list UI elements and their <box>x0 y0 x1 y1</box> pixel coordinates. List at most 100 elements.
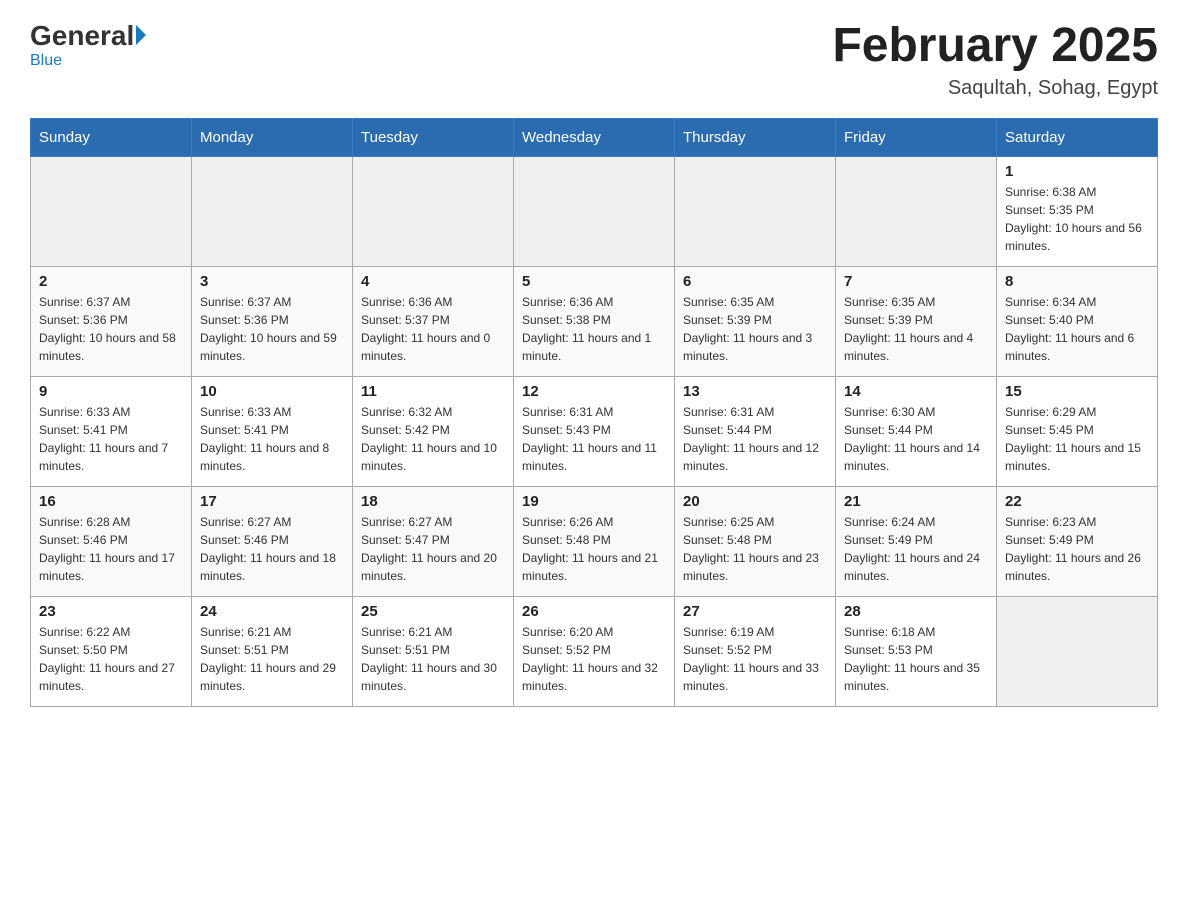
calendar-cell: 24 Sunrise: 6:21 AMSunset: 5:51 PMDayligh… <box>192 596 353 706</box>
day-number: 5 <box>522 273 666 290</box>
calendar-cell: 20 Sunrise: 6:25 AMSunset: 5:48 PMDayligh… <box>675 486 836 596</box>
day-info: Sunrise: 6:37 AMSunset: 5:36 PMDaylight:… <box>200 293 344 365</box>
day-number: 15 <box>1005 383 1149 400</box>
day-info: Sunrise: 6:36 AMSunset: 5:38 PMDaylight:… <box>522 293 666 365</box>
calendar-cell: 17 Sunrise: 6:27 AMSunset: 5:46 PMDayligh… <box>192 486 353 596</box>
day-number: 12 <box>522 383 666 400</box>
day-info: Sunrise: 6:28 AMSunset: 5:46 PMDaylight:… <box>39 513 183 585</box>
calendar-cell: 1 Sunrise: 6:38 AMSunset: 5:35 PMDaylight… <box>997 156 1158 266</box>
column-header-monday: Monday <box>192 118 353 156</box>
week-row-4: 16 Sunrise: 6:28 AMSunset: 5:46 PMDayligh… <box>31 486 1158 596</box>
day-number: 16 <box>39 493 183 510</box>
calendar-cell: 2 Sunrise: 6:37 AMSunset: 5:36 PMDaylight… <box>31 266 192 376</box>
day-number: 17 <box>200 493 344 510</box>
calendar-cell: 6 Sunrise: 6:35 AMSunset: 5:39 PMDaylight… <box>675 266 836 376</box>
calendar-cell: 19 Sunrise: 6:26 AMSunset: 5:48 PMDayligh… <box>514 486 675 596</box>
calendar-cell <box>192 156 353 266</box>
day-number: 22 <box>1005 493 1149 510</box>
calendar-cell: 13Sunrise: 6:31 AMSunset: 5:44 PMDayligh… <box>675 376 836 486</box>
day-info: Sunrise: 6:21 AMSunset: 5:51 PMDaylight:… <box>200 623 344 695</box>
calendar-cell: 22 Sunrise: 6:23 AMSunset: 5:49 PMDayligh… <box>997 486 1158 596</box>
calendar-cell: 15 Sunrise: 6:29 AMSunset: 5:45 PMDayligh… <box>997 376 1158 486</box>
day-info: Sunrise: 6:19 AMSunset: 5:52 PMDaylight:… <box>683 623 827 695</box>
day-info: Sunrise: 6:23 AMSunset: 5:49 PMDaylight:… <box>1005 513 1149 585</box>
calendar-cell: 5 Sunrise: 6:36 AMSunset: 5:38 PMDaylight… <box>514 266 675 376</box>
calendar-cell: 7 Sunrise: 6:35 AMSunset: 5:39 PMDaylight… <box>836 266 997 376</box>
day-number: 4 <box>361 273 505 290</box>
calendar-cell: 4 Sunrise: 6:36 AMSunset: 5:37 PMDaylight… <box>353 266 514 376</box>
calendar-cell: 14Sunrise: 6:30 AMSunset: 5:44 PMDayligh… <box>836 376 997 486</box>
day-number: 28 <box>844 603 988 620</box>
day-info: Sunrise: 6:34 AMSunset: 5:40 PMDaylight:… <box>1005 293 1149 365</box>
day-number: 18 <box>361 493 505 510</box>
day-info: Sunrise: 6:21 AMSunset: 5:51 PMDaylight:… <box>361 623 505 695</box>
day-info: Sunrise: 6:33 AMSunset: 5:41 PMDaylight:… <box>200 403 344 475</box>
day-number: 24 <box>200 603 344 620</box>
column-header-sunday: Sunday <box>31 118 192 156</box>
day-info: Sunrise: 6:22 AMSunset: 5:50 PMDaylight:… <box>39 623 183 695</box>
calendar-cell: 28 Sunrise: 6:18 AMSunset: 5:53 PMDayligh… <box>836 596 997 706</box>
day-number: 13 <box>683 383 827 400</box>
day-info: Sunrise: 6:36 AMSunset: 5:37 PMDaylight:… <box>361 293 505 365</box>
day-number: 25 <box>361 603 505 620</box>
day-info: Sunrise: 6:38 AMSunset: 5:35 PMDaylight:… <box>1005 183 1149 255</box>
day-number: 9 <box>39 383 183 400</box>
day-number: 26 <box>522 603 666 620</box>
day-info: Sunrise: 6:35 AMSunset: 5:39 PMDaylight:… <box>683 293 827 365</box>
day-number: 7 <box>844 273 988 290</box>
day-number: 6 <box>683 273 827 290</box>
day-number: 21 <box>844 493 988 510</box>
column-header-saturday: Saturday <box>997 118 1158 156</box>
column-header-wednesday: Wednesday <box>514 118 675 156</box>
logo-arrow-icon <box>136 25 146 45</box>
logo: General Blue <box>30 20 146 70</box>
column-header-friday: Friday <box>836 118 997 156</box>
calendar-cell: 8Sunrise: 6:34 AMSunset: 5:40 PMDaylight… <box>997 266 1158 376</box>
day-info: Sunrise: 6:33 AMSunset: 5:41 PMDaylight:… <box>39 403 183 475</box>
calendar-cell <box>514 156 675 266</box>
week-row-1: 1 Sunrise: 6:38 AMSunset: 5:35 PMDaylight… <box>31 156 1158 266</box>
calendar-cell: 16 Sunrise: 6:28 AMSunset: 5:46 PMDayligh… <box>31 486 192 596</box>
day-info: Sunrise: 6:18 AMSunset: 5:53 PMDaylight:… <box>844 623 988 695</box>
calendar-cell: 3 Sunrise: 6:37 AMSunset: 5:36 PMDaylight… <box>192 266 353 376</box>
day-number: 14 <box>844 383 988 400</box>
calendar-cell <box>836 156 997 266</box>
day-info: Sunrise: 6:29 AMSunset: 5:45 PMDaylight:… <box>1005 403 1149 475</box>
page-header: General Blue February 2025 Saqultah, Soh… <box>30 20 1158 100</box>
day-info: Sunrise: 6:24 AMSunset: 5:49 PMDaylight:… <box>844 513 988 585</box>
day-number: 2 <box>39 273 183 290</box>
calendar-table: SundayMondayTuesdayWednesdayThursdayFrid… <box>30 118 1158 707</box>
day-number: 20 <box>683 493 827 510</box>
calendar-header-row: SundayMondayTuesdayWednesdayThursdayFrid… <box>31 118 1158 156</box>
calendar-cell: 12 Sunrise: 6:31 AMSunset: 5:43 PMDayligh… <box>514 376 675 486</box>
day-number: 3 <box>200 273 344 290</box>
calendar-cell: 23 Sunrise: 6:22 AMSunset: 5:50 PMDayligh… <box>31 596 192 706</box>
calendar-cell <box>31 156 192 266</box>
day-number: 23 <box>39 603 183 620</box>
day-number: 19 <box>522 493 666 510</box>
day-info: Sunrise: 6:20 AMSunset: 5:52 PMDaylight:… <box>522 623 666 695</box>
day-info: Sunrise: 6:35 AMSunset: 5:39 PMDaylight:… <box>844 293 988 365</box>
calendar-cell <box>997 596 1158 706</box>
calendar-cell: 26 Sunrise: 6:20 AMSunset: 5:52 PMDayligh… <box>514 596 675 706</box>
day-info: Sunrise: 6:27 AMSunset: 5:46 PMDaylight:… <box>200 513 344 585</box>
calendar-cell: 9 Sunrise: 6:33 AMSunset: 5:41 PMDaylight… <box>31 376 192 486</box>
calendar-cell: 27Sunrise: 6:19 AMSunset: 5:52 PMDayligh… <box>675 596 836 706</box>
day-info: Sunrise: 6:32 AMSunset: 5:42 PMDaylight:… <box>361 403 505 475</box>
calendar-cell: 25 Sunrise: 6:21 AMSunset: 5:51 PMDayligh… <box>353 596 514 706</box>
day-info: Sunrise: 6:27 AMSunset: 5:47 PMDaylight:… <box>361 513 505 585</box>
week-row-3: 9 Sunrise: 6:33 AMSunset: 5:41 PMDaylight… <box>31 376 1158 486</box>
calendar-cell <box>675 156 836 266</box>
day-info: Sunrise: 6:25 AMSunset: 5:48 PMDaylight:… <box>683 513 827 585</box>
day-info: Sunrise: 6:31 AMSunset: 5:43 PMDaylight:… <box>522 403 666 475</box>
day-number: 11 <box>361 383 505 400</box>
location-text: Saqultah, Sohag, Egypt <box>832 77 1158 100</box>
logo-blue-text: Blue <box>30 52 62 70</box>
column-header-thursday: Thursday <box>675 118 836 156</box>
day-number: 1 <box>1005 163 1149 180</box>
calendar-cell: 10 Sunrise: 6:33 AMSunset: 5:41 PMDayligh… <box>192 376 353 486</box>
calendar-cell: 18 Sunrise: 6:27 AMSunset: 5:47 PMDayligh… <box>353 486 514 596</box>
day-number: 10 <box>200 383 344 400</box>
day-info: Sunrise: 6:37 AMSunset: 5:36 PMDaylight:… <box>39 293 183 365</box>
day-info: Sunrise: 6:26 AMSunset: 5:48 PMDaylight:… <box>522 513 666 585</box>
